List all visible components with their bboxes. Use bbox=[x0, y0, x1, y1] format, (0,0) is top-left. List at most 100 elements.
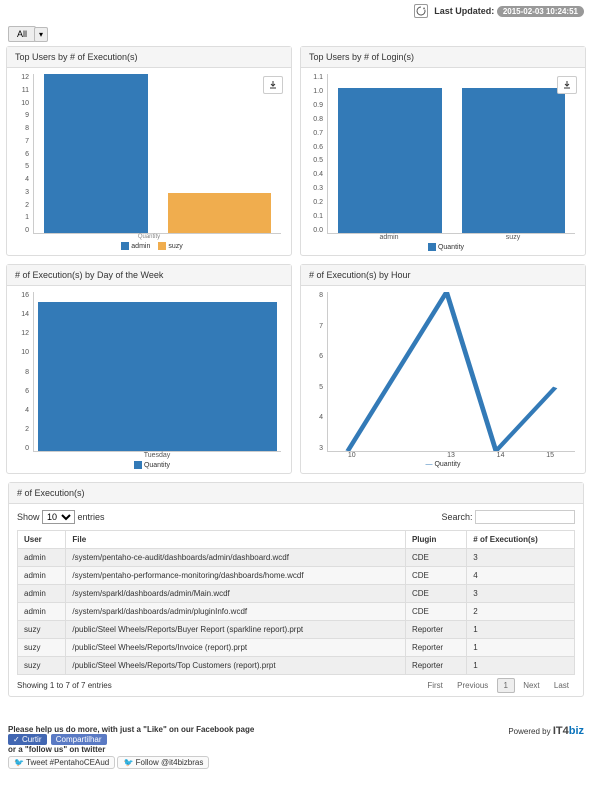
panel-title: # of Execution(s) bbox=[9, 483, 583, 504]
cell-file: /system/sparkl/dashboards/admin/pluginIn… bbox=[66, 603, 406, 621]
bar-admin[interactable] bbox=[338, 88, 442, 233]
col-user[interactable]: User bbox=[18, 531, 66, 549]
col-plugin[interactable]: Plugin bbox=[405, 531, 466, 549]
cell-plugin: CDE bbox=[405, 603, 466, 621]
cell-file: /public/Steel Wheels/Reports/Top Custome… bbox=[66, 657, 406, 675]
cell-n: 3 bbox=[467, 585, 575, 603]
legend-quantity: Quantity bbox=[144, 462, 170, 469]
refresh-icon[interactable] bbox=[414, 4, 428, 18]
search-control: Search: bbox=[441, 510, 575, 524]
cell-n: 1 bbox=[467, 657, 575, 675]
legend: admin suzy bbox=[17, 242, 281, 250]
download-icon[interactable] bbox=[557, 76, 577, 94]
fb-share-button[interactable]: Compartilhar bbox=[51, 734, 107, 745]
download-icon[interactable] bbox=[263, 76, 283, 94]
last-updated-time: 2015-02-03 10:24:51 bbox=[497, 6, 584, 17]
search-input[interactable] bbox=[475, 510, 575, 524]
powered-by: Powered by IT4biz bbox=[508, 725, 584, 737]
cell-n: 1 bbox=[467, 621, 575, 639]
twitter-line: or a "follow us" on twitter bbox=[8, 745, 105, 754]
col-execs[interactable]: # of Execution(s) bbox=[467, 531, 575, 549]
filter-dropdown-toggle[interactable]: ▾ bbox=[34, 27, 48, 42]
panel-exec-by-hour: # of Execution(s) by Hour 876543 1013141… bbox=[300, 264, 586, 474]
swatch-suzy-icon bbox=[158, 242, 166, 250]
legend-quantity: Quantity bbox=[438, 244, 464, 251]
table-row: suzy/public/Steel Wheels/Reports/Buyer R… bbox=[18, 621, 575, 639]
cell-user: admin bbox=[18, 603, 66, 621]
line-plot bbox=[327, 292, 575, 452]
pager-first[interactable]: First bbox=[421, 679, 449, 692]
legend-quantity: Quantity bbox=[434, 461, 460, 468]
follow-button[interactable]: 🐦 Follow @it4bizbras bbox=[117, 756, 209, 769]
swatch-quantity-icon bbox=[428, 243, 436, 251]
bar-suzy[interactable] bbox=[462, 88, 566, 233]
col-file[interactable]: File bbox=[66, 531, 406, 549]
filter-row: All▾ bbox=[0, 22, 592, 46]
legend: Quantity bbox=[17, 461, 281, 469]
tweet-button[interactable]: 🐦 Tweet #PentahoCEAud bbox=[8, 756, 115, 769]
panel-executions-table: # of Execution(s) Show 10 entries Search… bbox=[8, 482, 584, 697]
table-row: suzy/public/Steel Wheels/Reports/Top Cus… bbox=[18, 657, 575, 675]
table-row: suzy/public/Steel Wheels/Reports/Invoice… bbox=[18, 639, 575, 657]
cell-file: /system/pentaho-performance-monitoring/d… bbox=[66, 567, 406, 585]
panel-title: # of Execution(s) by Hour bbox=[301, 265, 585, 286]
y-axis: 1.11.00.90.80.70.60.50.40.30.20.10.0 bbox=[311, 74, 327, 234]
pager-last[interactable]: Last bbox=[548, 679, 575, 692]
cell-plugin: CDE bbox=[405, 585, 466, 603]
cell-file: /system/sparkl/dashboards/admin/Main.wcd… bbox=[66, 585, 406, 603]
x-axis-labels: Tuesday bbox=[17, 452, 281, 459]
pager-next[interactable]: Next bbox=[517, 679, 545, 692]
cell-n: 1 bbox=[467, 639, 575, 657]
cell-user: admin bbox=[18, 567, 66, 585]
table-row: admin/system/pentaho-ce-audit/dashboards… bbox=[18, 549, 575, 567]
y-axis: 1614121086420 bbox=[17, 292, 33, 452]
x-axis-labels: adminsuzy bbox=[311, 234, 575, 241]
panel-exec-by-dow: # of Execution(s) by Day of the Week 161… bbox=[6, 264, 292, 474]
cell-plugin: Reporter bbox=[405, 621, 466, 639]
cell-n: 4 bbox=[467, 567, 575, 585]
executions-table: User File Plugin # of Execution(s) admin… bbox=[17, 530, 575, 675]
cell-file: /public/Steel Wheels/Reports/Buyer Repor… bbox=[66, 621, 406, 639]
chart-top-exec: 1211109876543210 bbox=[17, 74, 281, 234]
filter-all-button[interactable]: All bbox=[8, 26, 36, 42]
panel-top-users-exec: Top Users by # of Execution(s) 121110987… bbox=[6, 46, 292, 256]
cell-user: admin bbox=[18, 549, 66, 567]
facebook-line: Please help us do more, with just a "Lik… bbox=[8, 725, 254, 734]
cell-user: suzy bbox=[18, 639, 66, 657]
last-updated-label: Last Updated: bbox=[434, 6, 494, 16]
cell-plugin: CDE bbox=[405, 567, 466, 585]
table-row: admin/system/pentaho-performance-monitor… bbox=[18, 567, 575, 585]
header-bar: Last Updated: 2015-02-03 10:24:51 bbox=[0, 0, 592, 22]
legend: Quantity bbox=[311, 243, 575, 251]
cell-user: suzy bbox=[18, 621, 66, 639]
pager-page-1[interactable]: 1 bbox=[497, 678, 515, 693]
legend-suzy: suzy bbox=[168, 243, 182, 250]
y-axis: 876543 bbox=[311, 292, 327, 452]
bar-suzy[interactable] bbox=[168, 193, 272, 233]
legend-admin: admin bbox=[131, 243, 150, 250]
chart-by-hour: 876543 bbox=[311, 292, 575, 452]
footer: Please help us do more, with just a "Lik… bbox=[0, 705, 592, 777]
fb-like-button[interactable]: ✓ Curtir bbox=[8, 734, 47, 745]
cell-plugin: Reporter bbox=[405, 639, 466, 657]
cell-file: /public/Steel Wheels/Reports/Invoice (re… bbox=[66, 639, 406, 657]
bar-admin[interactable] bbox=[44, 74, 148, 233]
x-axis-labels: 10131415 bbox=[311, 452, 575, 459]
page-size-select[interactable]: 10 bbox=[42, 510, 75, 524]
cell-file: /system/pentaho-ce-audit/dashboards/admi… bbox=[66, 549, 406, 567]
swatch-admin-icon bbox=[121, 242, 129, 250]
swatch-quantity-icon bbox=[134, 461, 142, 469]
bar-tuesday[interactable] bbox=[38, 302, 277, 451]
table-row: admin/system/sparkl/dashboards/admin/Mai… bbox=[18, 585, 575, 603]
page-size-control: Show 10 entries bbox=[17, 510, 105, 524]
chart-by-dow: 1614121086420 bbox=[17, 292, 281, 452]
pager-prev[interactable]: Previous bbox=[451, 679, 494, 692]
cell-user: admin bbox=[18, 585, 66, 603]
legend: — Quantity bbox=[311, 461, 575, 468]
panel-title: Top Users by # of Login(s) bbox=[301, 47, 585, 68]
cell-plugin: Reporter bbox=[405, 657, 466, 675]
pager: First Previous 1 Next Last bbox=[421, 681, 575, 690]
panel-top-users-login: Top Users by # of Login(s) 1.11.00.90.80… bbox=[300, 46, 586, 256]
y-axis: 1211109876543210 bbox=[17, 74, 33, 234]
panel-title: Top Users by # of Execution(s) bbox=[7, 47, 291, 68]
